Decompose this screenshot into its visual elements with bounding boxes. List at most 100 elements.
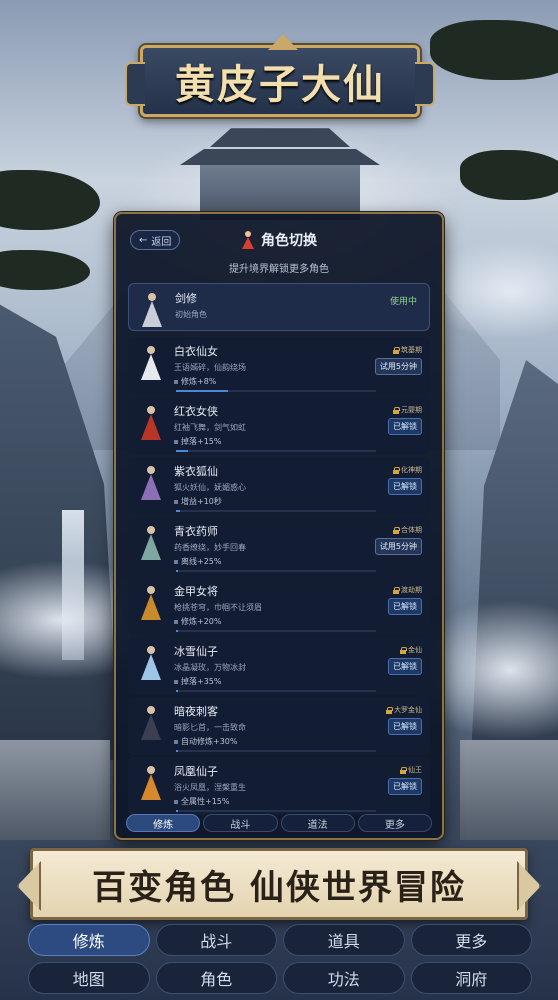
character-card[interactable]: 暗夜刺客 暗影匕首，一击致命 自动修炼+30% 大罗金仙 已解锁 [128,697,430,755]
game-title-plaque: 黄皮子大仙 [125,34,435,117]
lock-icon [400,646,407,654]
character-status-button[interactable]: 已解锁 [388,598,422,615]
bonus-icon [174,799,178,804]
bonus-icon [174,559,178,564]
progress-fill [176,630,178,632]
stone-railing [0,740,110,840]
character-card[interactable]: 冰雪仙子 冰晶凝玫，万物冰封 掉落+35% 金仙 已解锁 [128,637,430,695]
required-realm: 大罗金仙 [386,705,422,715]
panel-tab[interactable]: 道法 [280,814,355,832]
back-label: 返回 [151,236,172,248]
character-portrait [128,337,174,389]
required-realm: 化神期 [393,465,422,475]
character-card[interactable]: 金甲女将 枪挑苍穹，巾帼不让须眉 修炼+20% 渡劫期 已解锁 [128,577,430,635]
character-card[interactable]: 青衣药师 药香缭绕，妙手回春 离线+25% 合体期 试用5分钟 [128,517,430,575]
character-bonus: 自动修炼+30% [174,736,430,747]
character-status-button[interactable]: 已解锁 [388,778,422,795]
character-card[interactable]: 凤凰仙子 浴火凤凰，涅槃重生 全属性+15% 仙王 已解锁 [128,757,430,815]
character-status-group: 渡劫期 已解锁 [388,585,422,615]
panel-tab[interactable]: 修炼 [126,814,201,832]
character-status-button[interactable]: 已解锁 [388,718,422,735]
lock-icon [393,526,400,534]
stone-railing [460,740,558,840]
character-bonus: 掉落+35% [174,676,430,687]
character-portrait [128,457,174,509]
unlock-progress-bar [176,450,376,452]
bonus-icon [174,379,178,384]
pine-tree [460,150,558,200]
unlock-progress-bar [176,570,376,572]
panel-tab[interactable]: 更多 [357,814,432,832]
realm-label: 化神期 [401,466,422,474]
nav-button[interactable]: 修炼 [28,924,150,956]
bonus-text: 全属性+15% [181,797,230,806]
character-portrait [129,284,175,336]
character-switch-panel: ← 返回 角色切换 提升境界解锁更多角色 剑修 初始角色 使用中 白衣仙女 王语嫣碎，仙… [114,212,444,840]
character-status-button[interactable]: 已解锁 [388,418,422,435]
nav-button[interactable]: 洞府 [410,962,532,994]
panel-title-group: 角色切换 [241,230,317,250]
character-icon [241,231,255,249]
required-realm: 仙王 [400,765,422,775]
palace-illustration [180,125,380,220]
lock-icon [393,466,400,474]
character-status-button[interactable]: 试用5分钟 [374,538,422,555]
in-use-label: 使用中 [389,297,417,307]
bonus-text: 掉落+35% [181,677,222,686]
pine-tree [0,250,90,290]
realm-label: 筑基期 [401,346,422,354]
character-list: 剑修 初始角色 使用中 白衣仙女 王语嫣碎，仙韵绕场 修炼+8% 筑基期 试用5分钟 红衣女侠红… [116,283,442,815]
pine-tree [430,20,558,80]
panel-tab-bar: 修炼 战斗 道法 更多 [126,814,432,832]
character-status-group: 筑基期试用5分钟 [374,345,422,375]
nav-button[interactable]: 战斗 [155,924,277,956]
nav-button[interactable]: 更多 [410,924,532,956]
bonus-text: 修炼+20% [181,617,222,626]
character-card[interactable]: 白衣仙女 王语嫣碎，仙韵绕场 修炼+8% 筑基期 试用5分钟 [128,337,430,395]
bonus-text: 离线+25% [181,557,222,566]
back-button[interactable]: ← 返回 [130,230,181,250]
realm-label: 大罗金仙 [394,706,422,714]
required-realm: 金仙 [400,645,422,655]
unlock-progress-bar [176,390,376,392]
character-portrait [128,397,174,449]
unlock-progress-bar [176,510,376,512]
character-portrait [128,757,174,809]
bottom-navigation: 修炼 战斗 道具 更多地图 角色 功法 洞府 [28,924,532,996]
nav-button[interactable]: 道具 [283,924,405,956]
character-bonus: 修炼+20% [174,616,430,627]
nav-button[interactable]: 角色 [155,962,277,994]
panel-subtitle: 提升境界解锁更多角色 [229,264,329,275]
unlock-progress-bar [176,750,376,752]
pine-tree [0,170,100,230]
nav-button[interactable]: 功法 [283,962,405,994]
progress-fill [176,450,188,452]
character-status-button[interactable]: 已解锁 [388,658,422,675]
lock-icon [393,406,400,414]
character-bonus: 掉落+15% [174,436,430,447]
character-portrait [128,577,174,629]
bonus-icon [174,619,178,624]
character-status-group: 元婴期 已解锁 [388,405,422,435]
progress-fill [176,510,180,512]
character-bonus: 增益+10秒 [174,496,430,507]
bonus-icon [174,499,178,504]
character-card[interactable]: 紫衣狐仙 狐火妖仙，妩媚惑心 增益+10秒 化神期 已解锁 [128,457,430,515]
character-status-group: 仙王已解锁 [388,765,422,795]
progress-fill [176,690,178,692]
character-portrait [128,517,174,569]
progress-fill [176,750,178,752]
bonus-text: 自动修炼+30% [181,737,238,746]
character-card[interactable]: 红衣女侠 红袖飞舞，剑气如虹 掉落+15% 元婴期 已解锁 [128,397,430,455]
character-status-button[interactable]: 试用5分钟 [374,358,422,375]
bonus-icon [174,739,178,744]
nav-button[interactable]: 地图 [28,962,150,994]
panel-tab[interactable]: 战斗 [203,814,278,832]
character-status-group: 金仙已解锁 [388,645,422,675]
character-card[interactable]: 剑修 初始角色 使用中 [128,283,430,331]
character-status-button[interactable]: 已解锁 [388,478,422,495]
character-portrait [128,637,174,689]
character-desc: 初始角色 [175,310,207,319]
promo-banner: 百变角色 仙侠世界冒险 [30,848,528,920]
character-bonus: 离线+25% [174,556,430,567]
